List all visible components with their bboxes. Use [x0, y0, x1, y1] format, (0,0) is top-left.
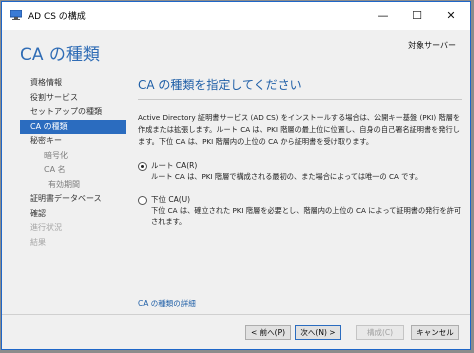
- nav-item[interactable]: 資格情報: [20, 76, 126, 91]
- page-header: CA の種類 対象サーバー: [2, 30, 470, 74]
- nav-item[interactable]: 有効期間: [20, 178, 126, 193]
- nav-item[interactable]: CA の種類: [20, 119, 126, 134]
- maximize-button[interactable]: ☐: [400, 2, 434, 28]
- previous-button[interactable]: < 前へ(P): [245, 325, 291, 340]
- page-title: CA の種類: [20, 45, 100, 65]
- close-icon: ✕: [446, 8, 456, 22]
- root-ca-option[interactable]: ルート CA(R) ルート CA は、PKI 階層で構成される最初の、また場合に…: [138, 160, 462, 182]
- nav-item[interactable]: CA 名: [20, 163, 126, 178]
- nav-item[interactable]: 秘密キー: [20, 134, 126, 149]
- root-ca-description: ルート CA は、PKI 階層で構成される最初の、また場合によっては唯一の CA…: [151, 172, 423, 181]
- description-text: Active Directory 証明書サービス (AD CS) をインストール…: [138, 113, 461, 146]
- subordinate-ca-radio[interactable]: [138, 196, 147, 205]
- nav-item[interactable]: 役割サービス: [20, 91, 126, 106]
- nav-item: 結果: [30, 237, 46, 247]
- configure-button[interactable]: 構成(C): [356, 325, 404, 340]
- nav-item[interactable]: 確認: [20, 207, 126, 222]
- next-button[interactable]: 次へ(N) >: [295, 325, 341, 340]
- nav-item[interactable]: 暗号化: [20, 149, 126, 164]
- nav-item[interactable]: セットアップの種類: [20, 105, 126, 120]
- dialog-window: AD CS の構成 — ☐ ✕ CA の種類 対象サーバー 資格情報 役割サービス…: [1, 1, 471, 350]
- ca-type-more-info-link[interactable]: CA の種類の詳細: [138, 298, 196, 309]
- footer-divider: [2, 314, 470, 315]
- nav-item[interactable]: 証明書データベース: [20, 192, 126, 207]
- window-title: AD CS の構成: [28, 12, 86, 22]
- title-bar[interactable]: AD CS の構成 — ☐ ✕: [2, 2, 470, 30]
- content-divider: [138, 99, 462, 100]
- minimize-button[interactable]: —: [366, 2, 400, 28]
- close-button[interactable]: ✕: [434, 2, 468, 28]
- root-ca-radio[interactable]: [138, 162, 147, 171]
- content-title: CA の種類を指定してください: [138, 78, 302, 92]
- maximize-icon: ☐: [412, 8, 422, 22]
- target-server-label: 対象サーバー: [408, 41, 456, 50]
- subordinate-ca-option[interactable]: 下位 CA(U) 下位 CA は、確立された PKI 階層を必要とし、階層内の上…: [138, 194, 462, 227]
- minimize-icon: —: [377, 8, 389, 22]
- subordinate-ca-description: 下位 CA は、確立された PKI 階層を必要とし、階層内の上位の CA によっ…: [151, 206, 462, 226]
- nav-item: 進行状況: [30, 223, 62, 232]
- wizard-nav: 資格情報 役割サービス セットアップの種類 CA の種類 秘密キー 暗号化 CA 名有効期間…: [20, 76, 126, 250]
- root-ca-label[interactable]: ルート CA(R): [151, 160, 462, 171]
- cancel-button[interactable]: キャンセル: [411, 325, 459, 340]
- subordinate-ca-label[interactable]: 下位 CA(U): [151, 194, 462, 205]
- app-icon: [10, 10, 22, 20]
- content-pane: CA の種類を指定してください Active Directory 証明書サービス…: [138, 74, 462, 227]
